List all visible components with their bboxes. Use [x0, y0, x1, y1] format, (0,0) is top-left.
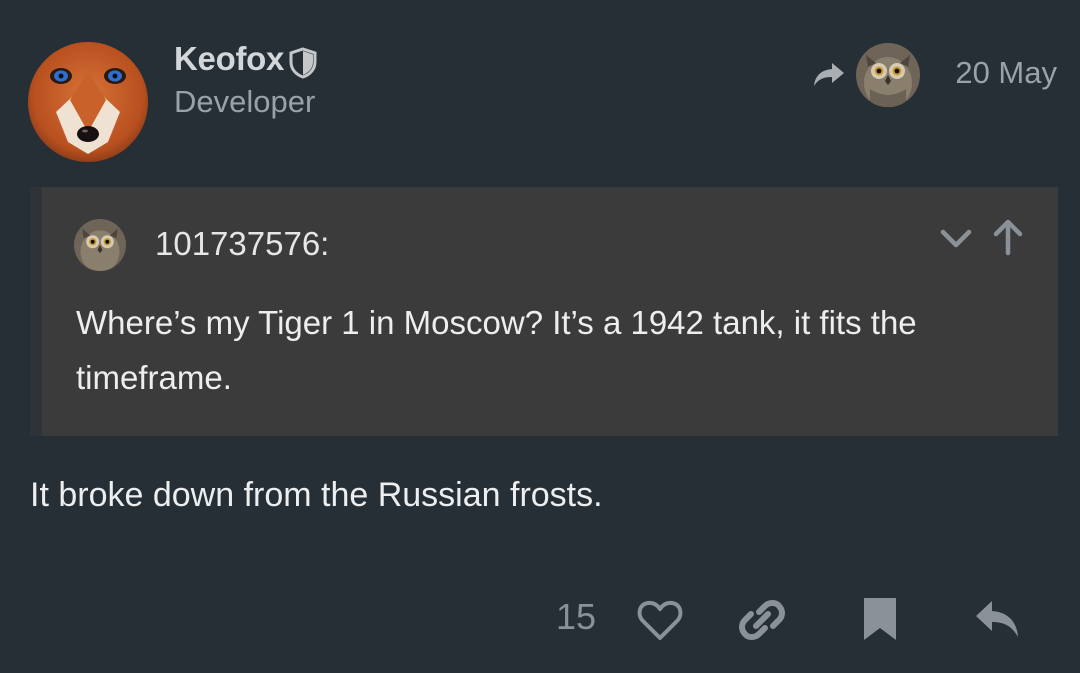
reply-to-avatar[interactable] [856, 43, 920, 107]
author-role: Developer [174, 84, 316, 119]
author-avatar[interactable] [28, 42, 148, 162]
reply-icon[interactable] [972, 598, 1024, 640]
quote-username[interactable]: 101737576: [155, 225, 329, 263]
quote-block: 101737576: Where’s my Tiger 1 in Moscow?… [30, 187, 1058, 436]
arrow-up-icon[interactable] [990, 217, 1026, 257]
post-date[interactable]: 20 May [955, 55, 1057, 91]
bookmark-icon[interactable] [860, 596, 900, 642]
post-body: It broke down from the Russian frosts. [30, 476, 603, 514]
chevron-down-icon[interactable] [938, 221, 974, 255]
shield-icon [289, 47, 317, 79]
share-arrow-icon[interactable] [810, 55, 848, 93]
heart-icon[interactable] [636, 598, 684, 642]
quote-avatar[interactable] [74, 219, 126, 271]
link-icon[interactable] [737, 596, 787, 644]
author-name[interactable]: Keofox [174, 40, 284, 78]
forum-post: Keofox Developer 20 May 101737576: Where… [0, 0, 1080, 673]
quote-text: Where’s my Tiger 1 in Moscow? It’s a 194… [76, 304, 917, 396]
like-count[interactable]: 15 [556, 596, 596, 638]
